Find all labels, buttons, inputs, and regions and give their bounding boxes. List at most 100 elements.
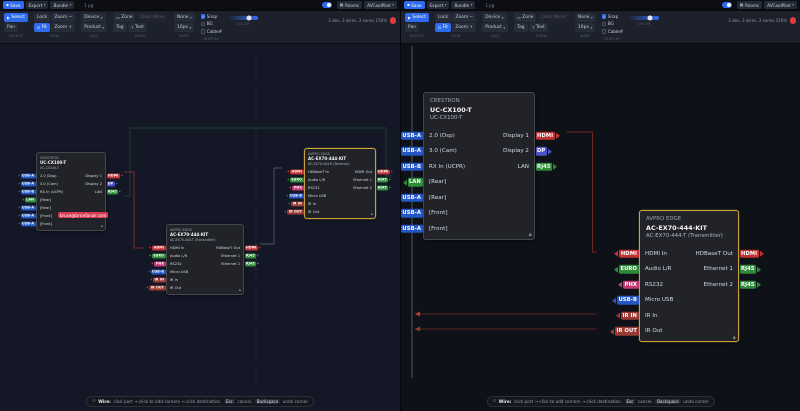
port-chip[interactable]: RJ45 (535, 162, 553, 171)
device-button[interactable]: Device ▾ (482, 13, 507, 22)
port-connector[interactable]: IR IN (615, 311, 639, 320)
port-connector[interactable]: USB-A (17, 205, 36, 210)
brand-menu-button[interactable]: AVCoolPilot ▾ (764, 1, 797, 9)
port-chip[interactable]: USB-A (401, 131, 423, 140)
port-chip[interactable]: LAN (24, 197, 36, 202)
collapse-icon[interactable]: ▴ (732, 333, 736, 341)
port-chip[interactable]: USB-B (20, 189, 36, 194)
device-node-tx[interactable]: AVPRO EDGE AC-EX70-444-KIT AC-EX70-444-T (… (146, 224, 261, 295)
rooms-button[interactable]: ▦ Rooms (336, 1, 363, 9)
port-chip[interactable]: IR OUT (149, 285, 166, 290)
port-chip[interactable]: USB-A (20, 213, 36, 218)
port-connector[interactable]: USB-A (401, 147, 423, 156)
port-chip[interactable]: USB-A (401, 147, 423, 156)
port-connector[interactable]: USB-A (17, 213, 36, 218)
product-button[interactable]: Product ▾ (482, 23, 509, 32)
port-connector[interactable]: USB-A (17, 173, 36, 178)
port-connector[interactable]: HDMI (287, 169, 304, 174)
port-connector[interactable]: DP (106, 181, 118, 186)
port-chip[interactable]: IR IN (153, 277, 166, 282)
port-connector[interactable]: DP (535, 147, 552, 156)
notification-badge[interactable] (389, 17, 396, 24)
fit-button[interactable]: ⊡ Fit (33, 23, 50, 32)
port-connector[interactable]: RJ45 (244, 253, 260, 258)
port-connector[interactable]: IR OUT (610, 327, 639, 336)
port-chip[interactable]: HDMI (619, 249, 639, 258)
port-chip[interactable]: DP (535, 147, 547, 156)
port-chip[interactable]: USB-A (401, 193, 423, 202)
cable-number-checkbox[interactable]: Cable# (601, 28, 623, 35)
port-connector[interactable]: EURO (148, 253, 166, 258)
port-chip[interactable]: HDMI (106, 173, 120, 178)
port-connector[interactable]: HDMI (149, 245, 166, 250)
brand-menu-button[interactable]: AVCoolPilot ▾ (364, 1, 397, 9)
port-chip[interactable]: USB-A (401, 209, 423, 218)
select-tool-button[interactable]: ▶ Select (405, 13, 429, 22)
port-connector[interactable]: PHX (618, 280, 639, 289)
text-button[interactable]: T Text (128, 23, 147, 32)
zoom-out-button[interactable]: Zoom − (51, 13, 76, 22)
cable-number-checkbox[interactable]: Cable# (200, 28, 222, 35)
port-connector[interactable]: EURO (286, 177, 304, 182)
export-button[interactable]: Export ▾ (25, 1, 49, 9)
wire-style-select[interactable]: None ▾ (574, 13, 596, 22)
port-chip[interactable]: HDMI (535, 131, 555, 140)
export-button[interactable]: Export ▾ (426, 1, 450, 9)
notification-badge[interactable] (789, 17, 796, 24)
port-connector[interactable]: HDMI (535, 131, 560, 140)
collapse-icon[interactable]: ▴ (101, 224, 103, 230)
color-slider[interactable] (228, 15, 259, 21)
port-chip[interactable]: IR OUT (287, 209, 304, 214)
fit-button[interactable]: ⊡ Fit (434, 23, 451, 32)
port-connector[interactable]: USB-B (611, 296, 639, 305)
port-connector[interactable]: RJ45 (376, 185, 392, 190)
port-connector[interactable]: HDMI (614, 249, 639, 258)
save-button[interactable]: ▪ Save (3, 1, 24, 9)
port-chip[interactable]: HDMI (152, 245, 166, 250)
port-chip[interactable]: RJ45 (376, 185, 389, 190)
wire[interactable] (124, 171, 144, 249)
snap-checkbox[interactable]: ✓ Snap (601, 13, 623, 20)
collapse-icon[interactable]: ▴ (371, 212, 373, 218)
port-chip[interactable]: EURO (151, 253, 166, 258)
bundle-button[interactable]: Bundle ▾ (50, 1, 75, 9)
wire[interactable] (566, 131, 597, 253)
grid-size-select[interactable]: 10px ▾ (574, 23, 596, 32)
port-chip[interactable]: IR IN (291, 201, 304, 206)
grid-size-select[interactable]: 10px ▾ (173, 23, 195, 32)
port-chip[interactable]: HDMI (290, 169, 304, 174)
port-connector[interactable]: IR IN (288, 201, 304, 206)
collapse-icon[interactable]: ▴ (239, 288, 241, 294)
port-connector[interactable]: PHX (289, 185, 304, 190)
port-connector[interactable]: USB-A (401, 209, 423, 218)
zoom-out-button[interactable]: Zoom − (452, 13, 477, 22)
port-chip[interactable]: USB-A (20, 221, 36, 226)
wire[interactable] (260, 167, 282, 245)
device-node-crestron[interactable]: CRESTRON UC-CX100-T UC-CX100-T 2.0 (Dsp) USB… (401, 92, 560, 240)
zoom-in-button[interactable]: Zoom + (452, 23, 477, 32)
zone-button[interactable]: ▭ Zone (514, 13, 537, 22)
port-connector[interactable]: LAN (402, 178, 423, 187)
port-chip[interactable]: USB-B (616, 296, 639, 305)
port-connector[interactable]: USB-B (401, 162, 423, 171)
port-chip[interactable]: RJ45 (106, 189, 119, 194)
port-connector[interactable]: RJ45 (244, 261, 260, 266)
port-connector[interactable]: IR OUT (146, 285, 166, 290)
port-chip[interactable]: USB-B (401, 162, 423, 171)
port-connector[interactable]: RJ45 (739, 265, 762, 274)
device-node-crestron[interactable]: CRESTRON UC-CX100-T UC-CX100-T 2.0 (Dsp) USB… (17, 152, 123, 231)
port-chip[interactable]: DP (106, 181, 115, 186)
port-chip[interactable]: USB-A (20, 181, 36, 186)
zoom-in-button[interactable]: Zoom + (51, 23, 76, 32)
pan-tool-button[interactable]: Pan (405, 23, 419, 32)
port-chip[interactable]: USB-A (20, 173, 36, 178)
port-connector[interactable]: USB-B (147, 269, 166, 274)
lock-button[interactable]: Lock (33, 13, 50, 22)
device-node-rx[interactable]: AVPRO EDGE AC-EX70-444-KIT AC-EX70-444-R (… (284, 148, 393, 219)
port-connector[interactable]: USB-A (17, 181, 36, 186)
port-connector[interactable]: RJ45 (106, 189, 122, 194)
port-connector[interactable]: USB-B (285, 193, 304, 198)
slider-thumb[interactable] (246, 15, 252, 21)
port-chip[interactable]: IR IN (620, 311, 639, 320)
port-connector[interactable]: USB-A (401, 224, 423, 233)
